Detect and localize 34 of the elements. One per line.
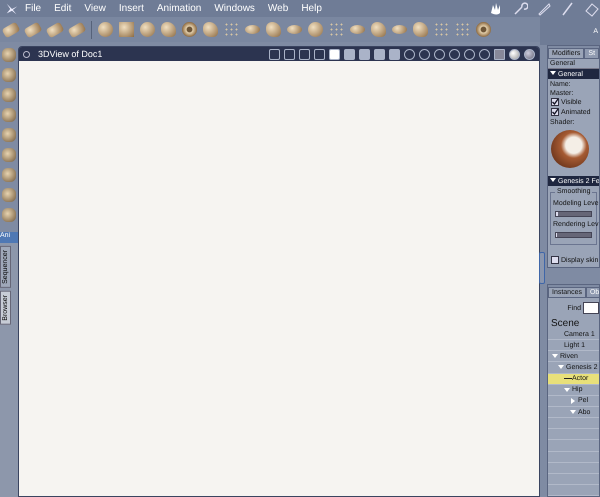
menu-item[interactable]: Windows (214, 3, 255, 14)
menu-item[interactable]: File (25, 3, 42, 14)
menu-item[interactable]: Edit (54, 3, 72, 14)
quad-view-icon[interactable] (359, 48, 370, 60)
menu-item[interactable]: Insert (118, 3, 144, 14)
grid-view-icon[interactable] (374, 48, 385, 60)
disclosure-triangle-icon[interactable] (550, 177, 556, 183)
split-view-icon[interactable] (389, 48, 400, 60)
single-view-icon[interactable] (329, 48, 340, 60)
shader-sphere-preview[interactable] (551, 130, 589, 168)
tree-title: Scene (550, 318, 580, 329)
shaded-sphere-icon[interactable] (509, 48, 520, 60)
metal-sphere-icon[interactable] (524, 48, 535, 60)
rows-view-icon[interactable] (344, 48, 355, 60)
disclosure-triangle-icon[interactable] (550, 70, 556, 76)
window-dot-icon[interactable] (23, 50, 30, 58)
pencil-icon[interactable] (536, 0, 552, 16)
panel-handle[interactable] (539, 252, 545, 284)
menu-item[interactable]: View (84, 3, 106, 14)
checkbox-icon[interactable] (551, 108, 559, 116)
menu-item[interactable]: Help (301, 3, 322, 14)
checkbox-icon[interactable] (551, 256, 559, 264)
solid-cube-icon[interactable] (494, 48, 505, 60)
star-logo-icon[interactable] (5, 2, 19, 16)
target-icon[interactable] (476, 22, 491, 37)
sphere-icon[interactable] (98, 22, 113, 37)
menu-item[interactable]: Animation (156, 3, 202, 14)
menu-item[interactable]: Web (268, 3, 288, 14)
slider[interactable] (555, 232, 592, 238)
checkbox-icon[interactable] (551, 98, 559, 106)
ring-icon[interactable] (182, 22, 197, 37)
window-title: 3DView of Doc1 (38, 49, 102, 59)
slider[interactable] (555, 211, 592, 217)
find-field[interactable] (583, 302, 599, 314)
